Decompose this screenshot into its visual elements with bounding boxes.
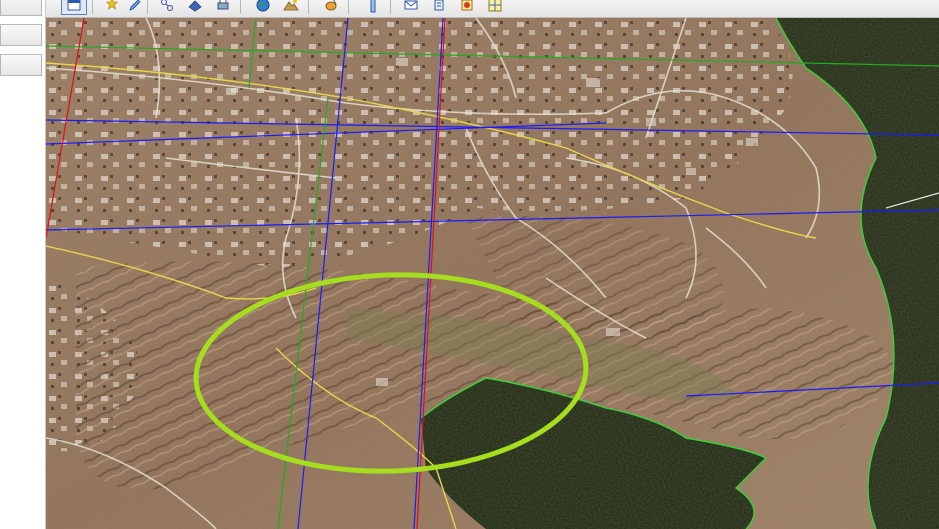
- map-view[interactable]: [46, 18, 939, 529]
- toolbar-separator: [147, 0, 148, 14]
- fill-icon[interactable]: [186, 0, 204, 14]
- left-panel: [0, 0, 46, 529]
- panel-tab-2[interactable]: [0, 24, 42, 46]
- export-icon[interactable]: [430, 0, 448, 14]
- sync-icon[interactable]: [458, 0, 476, 14]
- paint-icon[interactable]: [322, 0, 340, 14]
- toolbar-separator: [240, 0, 241, 14]
- node-edit-icon[interactable]: [158, 0, 176, 14]
- globe-icon[interactable]: [254, 0, 272, 14]
- panel-tab-1[interactable]: [0, 0, 42, 16]
- wand-icon[interactable]: [102, 0, 120, 14]
- layers-panel-icon[interactable]: [61, 0, 87, 15]
- toolbar-separator: [348, 0, 349, 14]
- toolbar: [46, 0, 939, 18]
- mail-icon[interactable]: [402, 0, 420, 14]
- panel-tab-3[interactable]: [0, 54, 42, 76]
- toolbar-separator: [92, 0, 93, 14]
- toolbar-separator: [308, 0, 309, 14]
- ruler-icon[interactable]: [364, 0, 382, 14]
- pencil-icon[interactable]: [126, 0, 144, 14]
- satellite-map: [46, 18, 939, 529]
- toolbar-separator: [390, 0, 391, 14]
- grid-map-icon[interactable]: [486, 0, 504, 14]
- print-icon[interactable]: [214, 0, 232, 14]
- terrain-icon[interactable]: [282, 0, 300, 14]
